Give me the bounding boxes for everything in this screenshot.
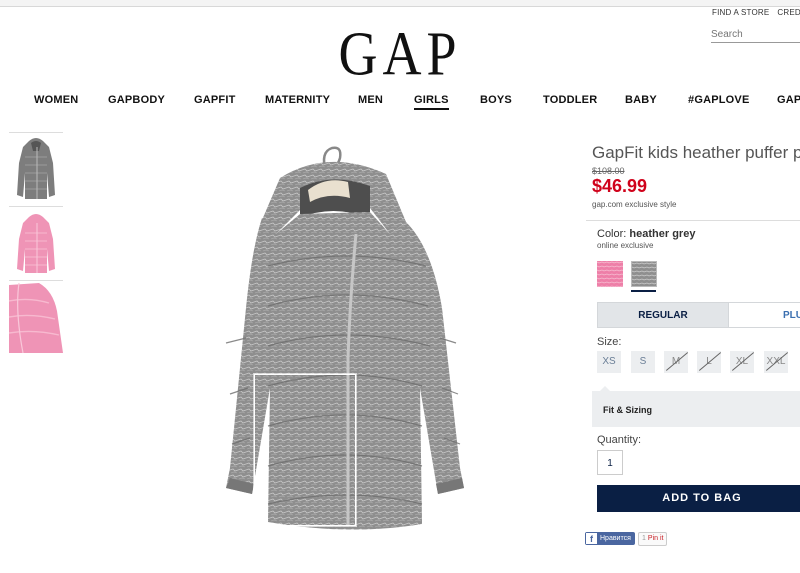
main-nav: WOMEN GAPBODY GAPFIT MATERNITY MEN GIRLS…: [0, 94, 800, 114]
nav-men[interactable]: MEN: [358, 94, 383, 106]
selected-swatch-indicator: [631, 290, 656, 292]
nav-gapfit[interactable]: GAPFIT: [194, 94, 236, 106]
pinterest-label: Pin it: [647, 535, 664, 542]
size-xs[interactable]: XS: [597, 351, 621, 373]
color-name: heather grey: [629, 228, 696, 240]
fit-sizing-label: Fit & Sizing: [603, 405, 652, 415]
nav-baby[interactable]: BABY: [625, 94, 657, 106]
pink-coat-thumbnail[interactable]: [9, 206, 63, 279]
size-m: M: [664, 351, 688, 373]
nav-women[interactable]: WOMEN: [34, 94, 78, 106]
thumbnail-gallery: [9, 132, 63, 354]
top-bar: [0, 0, 800, 7]
sale-price: $46.99: [592, 176, 648, 196]
size-l: L: [697, 351, 721, 373]
credit-link[interactable]: CREDIT: [777, 8, 800, 17]
nav-toddler[interactable]: TODDLER: [543, 94, 597, 106]
nav-boys[interactable]: BOYS: [480, 94, 512, 106]
search-box: [711, 24, 800, 43]
facebook-icon: f: [586, 533, 597, 544]
original-price: $108.00: [592, 166, 625, 176]
size-s[interactable]: S: [631, 351, 655, 373]
nav-gaplove[interactable]: #GAPLOVE: [688, 94, 750, 106]
swatch-pink[interactable]: [597, 261, 623, 287]
facebook-like-label: Нравится: [600, 535, 631, 542]
grey-coat-thumbnail[interactable]: [9, 132, 63, 205]
size-xxl: XXL: [764, 351, 788, 373]
tab-regular[interactable]: REGULAR: [597, 302, 729, 328]
online-exclusive-note: online exclusive: [597, 241, 654, 250]
fit-sizing-toggle[interactable]: Fit & Sizing: [592, 386, 800, 427]
facebook-like-button[interactable]: f Нравится: [585, 532, 635, 545]
fit-tabs: REGULAR PLUS: [597, 302, 800, 328]
exclusive-note: gap.com exclusive style: [592, 200, 677, 209]
pinterest-count: 1: [642, 535, 646, 542]
size-xl: XL: [730, 351, 754, 373]
nav-girls[interactable]: GIRLS: [414, 94, 449, 110]
search-input[interactable]: [711, 26, 800, 40]
tab-plus[interactable]: PLUS: [729, 302, 800, 328]
swatch-heather-grey[interactable]: [631, 261, 657, 287]
pink-coat-detail-thumbnail[interactable]: [9, 280, 63, 353]
product-title: GapFit kids heather puffer parka: [592, 143, 800, 162]
nav-gapbody[interactable]: GAPBODY: [108, 94, 165, 106]
color-prefix: Color:: [597, 228, 627, 240]
nav-maternity[interactable]: MATERNITY: [265, 94, 330, 106]
pinterest-button[interactable]: 1 Pin it: [638, 532, 668, 546]
size-label: Size:: [597, 336, 622, 348]
nav-gap[interactable]: GAP: [777, 94, 800, 106]
gap-logo[interactable]: GAP: [338, 18, 461, 89]
quantity-label: Quantity:: [597, 434, 642, 446]
color-label: Color: heather grey: [597, 228, 695, 240]
quantity-input[interactable]: 1: [597, 450, 623, 475]
find-a-store-link[interactable]: FIND A STORE: [712, 8, 769, 17]
utility-links: FIND A STORE CREDIT: [712, 8, 800, 17]
zoom-lens: [254, 374, 356, 526]
add-to-bag-button[interactable]: ADD TO BAG: [597, 485, 800, 512]
